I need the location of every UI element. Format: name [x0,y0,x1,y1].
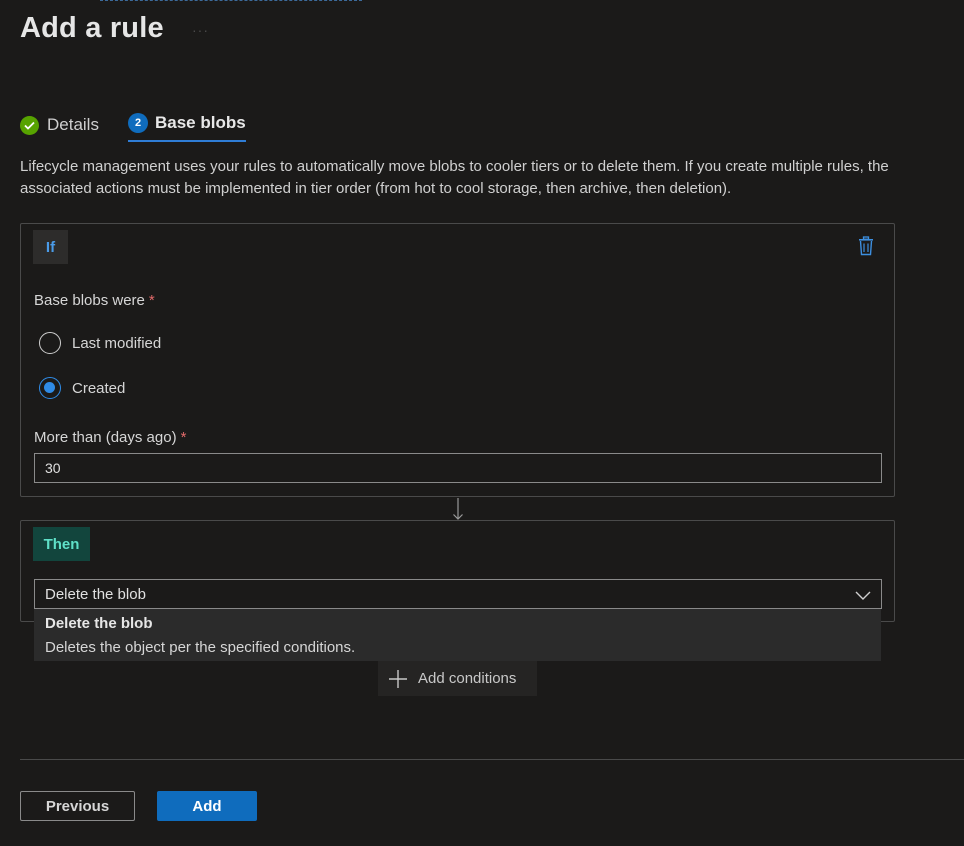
action-dropdown-option[interactable]: Delete the blob Deletes the object per t… [34,609,881,661]
footer-divider [20,759,964,760]
base-blobs-label-text: Base blobs were [34,292,145,309]
days-label: More than (days ago) * [34,429,186,446]
tab-details[interactable]: Details [20,108,99,142]
dropdown-option-title: Delete the blob [45,615,153,632]
description-text: Lifecycle management uses your rules to … [20,158,889,197]
days-input[interactable]: 30 [34,453,882,483]
dropdown-option-description: Deletes the object per the specified con… [45,639,356,656]
if-condition-card: If Base blobs were * Last modified Create… [20,223,895,497]
arrow-down-icon [450,497,466,521]
page-title: Add a rule [20,12,164,44]
add-rule-page: Add a rule ··· Details 2 Base blobs Life… [0,0,964,846]
radio-circle-selected[interactable] [39,377,61,399]
radio-last-modified-label: Last modified [72,334,162,352]
action-select-value: Delete the blob [45,585,146,603]
add-conditions-label: Add conditions [418,670,517,687]
add-conditions-button[interactable]: Add conditions [378,661,537,696]
radio-circle[interactable] [39,332,61,354]
chevron-down-icon [855,588,871,600]
tab-base-blobs[interactable]: 2 Base blobs [128,108,246,142]
check-icon [20,115,39,135]
required-mark: * [180,429,187,446]
breadcrumb-link-remnant [100,0,362,2]
then-badge: Then [33,527,90,561]
delete-icon[interactable] [858,236,874,256]
add-button[interactable]: Add [157,791,257,821]
step-number-badge: 2 [128,113,148,133]
if-badge: If [33,230,68,264]
plus-icon [388,669,408,689]
base-blobs-label: Base blobs were * [34,292,155,309]
radio-created-label: Created [72,379,126,397]
radio-created[interactable]: Created [39,377,125,399]
radio-last-modified[interactable]: Last modified [39,332,161,354]
days-label-text: More than (days ago) [34,429,177,446]
tab-base-blobs-label: Base blobs [155,113,246,132]
action-select[interactable]: Delete the blob [34,579,882,609]
required-mark: * [148,292,155,309]
previous-button[interactable]: Previous [20,791,135,821]
more-options-button[interactable]: ··· [192,22,209,38]
tab-details-label: Details [47,115,99,134]
